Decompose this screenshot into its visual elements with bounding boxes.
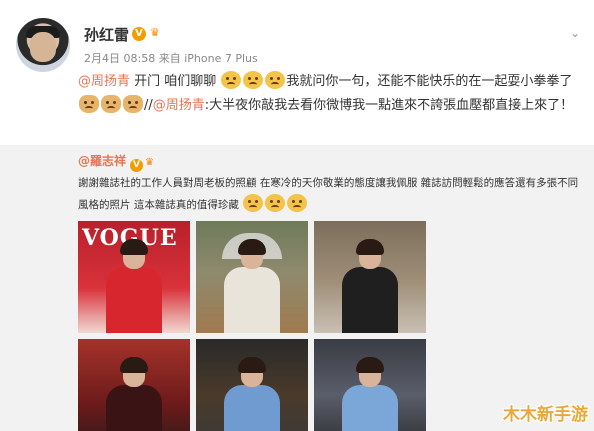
model-figure bbox=[106, 357, 162, 431]
model-figure bbox=[342, 357, 398, 431]
post-text: @周扬青 开门 咱们聊聊 我就问你一句，还能不能快乐的在一起耍小拳拳了//@周扬… bbox=[78, 70, 578, 118]
verified-badge-icon: V bbox=[130, 159, 144, 172]
mention-link[interactable]: @周扬青 bbox=[78, 74, 130, 89]
photo-thumbnail[interactable]: 瑞丽 bbox=[314, 221, 426, 333]
member-level-icon: ♛ bbox=[150, 26, 160, 39]
author-name[interactable]: 孙红雷 bbox=[84, 24, 129, 45]
model-figure bbox=[342, 239, 398, 333]
model-figure bbox=[224, 239, 280, 333]
repost-text-block: @羅志祥 V ♛ 謝謝雜誌社的工作人員對周老板的照顧 在寒冷的天你敬業的態度讓我佩服… bbox=[78, 151, 584, 216]
dog-emoji-icon bbox=[79, 95, 99, 113]
photo-thumbnail[interactable]: VOGUE bbox=[78, 221, 190, 333]
post-text-part4: :大半夜你敲我去看你微博我一點進來不誇張血壓都直接上來了！ bbox=[204, 98, 574, 113]
crying-emoji-icon bbox=[265, 194, 286, 212]
photo-thumbnail[interactable] bbox=[196, 339, 308, 431]
avatar[interactable] bbox=[16, 18, 70, 72]
photo-thumbnail[interactable] bbox=[78, 339, 190, 431]
repost-block: @羅志祥 V ♛ 謝謝雜誌社的工作人員對周老板的照顧 在寒冷的天你敬業的態度讓我佩服… bbox=[0, 145, 594, 431]
site-watermark: 木木新手游 bbox=[503, 405, 588, 425]
photo-grid: VOGUE 瑞丽 bbox=[78, 221, 426, 431]
model-figure bbox=[106, 239, 162, 333]
sad-emoji-icon bbox=[243, 71, 264, 89]
avatar-face bbox=[30, 32, 56, 62]
post-text-part3: // bbox=[144, 98, 153, 113]
model-figure bbox=[224, 357, 280, 431]
mention-link[interactable]: @周扬青 bbox=[153, 98, 205, 113]
photo-thumbnail[interactable] bbox=[196, 221, 308, 333]
verified-badge-icon: V bbox=[132, 27, 146, 41]
crying-emoji-icon bbox=[287, 194, 308, 212]
repost-author-link[interactable]: @羅志祥 bbox=[78, 154, 126, 168]
post-meta: 2月4日 08:58 来自 iPhone 7 Plus bbox=[84, 50, 258, 66]
repost-text: 謝謝雜誌社的工作人員對周老板的照顧 在寒冷的天你敬業的態度讓我佩服 雜誌訪問輕鬆… bbox=[78, 177, 579, 211]
dog-emoji-icon bbox=[101, 95, 121, 113]
member-level-icon: ♛ bbox=[145, 157, 154, 168]
post-text-part2: 我就问你一句，还能不能快乐的在一起耍小拳拳了 bbox=[286, 74, 573, 89]
sad-emoji-icon bbox=[265, 71, 286, 89]
crying-emoji-icon bbox=[243, 194, 264, 212]
source-prefix: 来自 bbox=[158, 52, 181, 65]
post-source[interactable]: iPhone 7 Plus bbox=[184, 52, 258, 65]
post-text-part1: 开门 咱们聊聊 bbox=[130, 74, 217, 89]
sad-emoji-icon bbox=[221, 71, 242, 89]
photo-thumbnail[interactable] bbox=[314, 339, 426, 431]
chevron-down-icon[interactable]: ⌄ bbox=[570, 26, 580, 40]
dog-emoji-icon bbox=[123, 95, 143, 113]
weibo-post: 孙红雷 V ♛ 2月4日 08:58 来自 iPhone 7 Plus ⌄ @周… bbox=[0, 0, 594, 140]
post-date[interactable]: 2月4日 08:58 bbox=[84, 52, 155, 65]
